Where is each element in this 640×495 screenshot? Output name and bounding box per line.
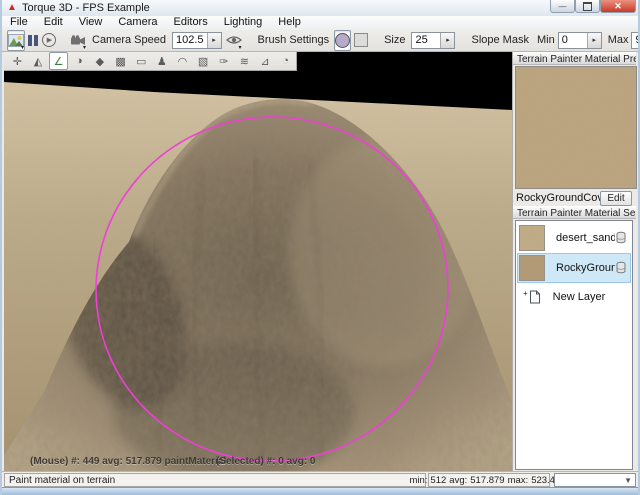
status-hint: Paint material on terrain <box>4 473 426 487</box>
menu-edit[interactable]: Edit <box>36 16 71 29</box>
new-layer-page-icon <box>529 290 541 304</box>
tool-clear-terrain[interactable]: ◠ <box>173 52 193 70</box>
delete-material-icon[interactable] <box>615 261 627 275</box>
app-window: ▲ Torque 3D - FPS Example — ✕ File Edit … <box>0 0 640 495</box>
tool-paint-material[interactable]: ◔ <box>276 52 296 70</box>
torque-logo-icon: ▲ <box>7 2 17 14</box>
menu-lighting[interactable]: Lighting <box>216 16 271 29</box>
menu-camera[interactable]: Camera <box>110 16 165 29</box>
tool-erode[interactable]: ≋ <box>235 52 255 70</box>
maximize-icon <box>583 2 592 11</box>
material-selector-header: Terrain Painter Material Selector <box>513 206 636 219</box>
terrain-painter-panel: Terrain Painter Material Preview RockyGr… <box>512 52 636 472</box>
square-brush-button[interactable] <box>353 30 369 51</box>
play-icon: ▶ <box>42 33 56 47</box>
edit-material-button[interactable]: Edit <box>600 191 632 206</box>
material-thumbnail <box>519 255 545 281</box>
material-preview-image <box>515 66 637 189</box>
menu-file[interactable]: File <box>2 16 36 29</box>
dropdown-caret-icon: ▾ <box>21 45 24 51</box>
columns-icon <box>28 35 38 46</box>
material-item-desert-sand[interactable]: desert_sand_03 <box>517 223 631 253</box>
title-bar: ▲ Torque 3D - FPS Example — ✕ <box>2 0 638 17</box>
tool-grab-terrain[interactable]: ✛ <box>8 52 28 70</box>
circle-brush-button[interactable] <box>334 30 351 51</box>
tool-paint-noise[interactable]: ▩ <box>111 52 131 70</box>
tool-smooth-slope[interactable]: ◆ <box>90 52 110 70</box>
close-button[interactable]: ✕ <box>600 0 636 13</box>
preview-material-name: RockyGroundCover <box>513 192 600 204</box>
terrain-scene <box>4 52 512 472</box>
tool-set-height[interactable]: ♟ <box>152 52 172 70</box>
tool-slope-filter[interactable]: ⊿ <box>255 52 275 70</box>
window-title: Torque 3D - FPS Example <box>22 2 150 14</box>
dropdown-caret-icon: ▾ <box>83 45 86 51</box>
tool-lower-height[interactable]: ∠ <box>49 52 69 70</box>
material-selector-list: desert_sand_03 RockyGroundCover <box>515 220 633 470</box>
tool-smooth-height[interactable]: ◑ <box>69 52 89 70</box>
circle-brush-icon <box>335 33 350 48</box>
minimize-button[interactable]: — <box>550 0 575 13</box>
scene-settings-button[interactable]: ▾ <box>7 30 25 51</box>
tool-soften-brush[interactable]: ✑ <box>214 52 234 70</box>
visibility-menu-button[interactable]: ▾ <box>225 30 243 51</box>
plus-icon: + <box>523 289 528 298</box>
play-button[interactable]: ▶ <box>41 30 57 51</box>
selected-info-overlay: (Selected) #: 0 avg: 0 <box>216 456 315 467</box>
toggle-panels-button[interactable] <box>27 30 39 51</box>
window-bottom-frame <box>2 487 638 495</box>
slope-max-spinner[interactable]: 90▸ <box>631 32 640 49</box>
tool-select-area[interactable]: ▧ <box>193 52 213 70</box>
material-name-row: RockyGroundCover Edit <box>513 190 636 206</box>
camera-speed-label: Camera Speed <box>92 34 166 46</box>
slope-mask-label: Slope Mask <box>471 34 528 46</box>
slope-min-spinner[interactable]: 0▸ <box>558 32 602 49</box>
main-toolbar: ▾ ▶ ▾ Camera Speed 102.5▸ ▾ <box>2 29 638 52</box>
tool-raise-height[interactable]: ◭ <box>28 52 48 70</box>
brush-settings-label: Brush Settings <box>258 34 330 46</box>
tool-flatten-height[interactable]: ▭ <box>131 52 151 70</box>
delete-material-icon[interactable] <box>615 231 627 245</box>
menu-bar: File Edit View Camera Editors Lighting H… <box>2 16 638 30</box>
menu-editors[interactable]: Editors <box>165 16 215 29</box>
size-label: Size <box>384 34 405 46</box>
status-bar: Paint material on terrain min:512 avg:51… <box>2 471 638 488</box>
size-spinner[interactable]: 25▸ <box>411 32 455 49</box>
min-label: Min <box>537 34 555 46</box>
dropdown-caret-icon: ▾ <box>239 45 242 51</box>
height-stats: min:512 avg:517.879 max:523.406 <box>428 473 550 487</box>
chevron-down-icon: ▼ <box>624 476 635 485</box>
terrain-3d-viewport[interactable]: (Mouse) #: 449 avg: 517.879 paintMateria… <box>4 52 512 472</box>
max-label: Max <box>608 34 629 46</box>
maximize-button[interactable] <box>575 0 600 13</box>
camera-menu-button[interactable]: ▾ <box>69 30 87 51</box>
new-layer-item[interactable]: + New Layer <box>517 285 631 309</box>
terrain-tool-palette: ✛ ◭ ∠ ◑ ◆ ▩ ▭ ♟ ◠ ▧ ✑ ≋ ⊿ ◔ <box>4 52 297 71</box>
camera-speed-spinner[interactable]: 102.5▸ <box>172 32 222 49</box>
menu-help[interactable]: Help <box>270 16 309 29</box>
menu-view[interactable]: View <box>71 16 111 29</box>
material-preview-header: Terrain Painter Material Preview <box>513 52 636 65</box>
square-brush-icon <box>354 33 368 47</box>
mouse-info-overlay: (Mouse) #: 449 avg: 517.879 paintMateria… <box>30 456 226 467</box>
material-thumbnail <box>519 225 545 251</box>
material-item-rockygroundcover[interactable]: RockyGroundCover <box>517 253 631 283</box>
eye-icon <box>226 35 242 45</box>
status-dropdown[interactable]: ▼ <box>554 473 636 487</box>
